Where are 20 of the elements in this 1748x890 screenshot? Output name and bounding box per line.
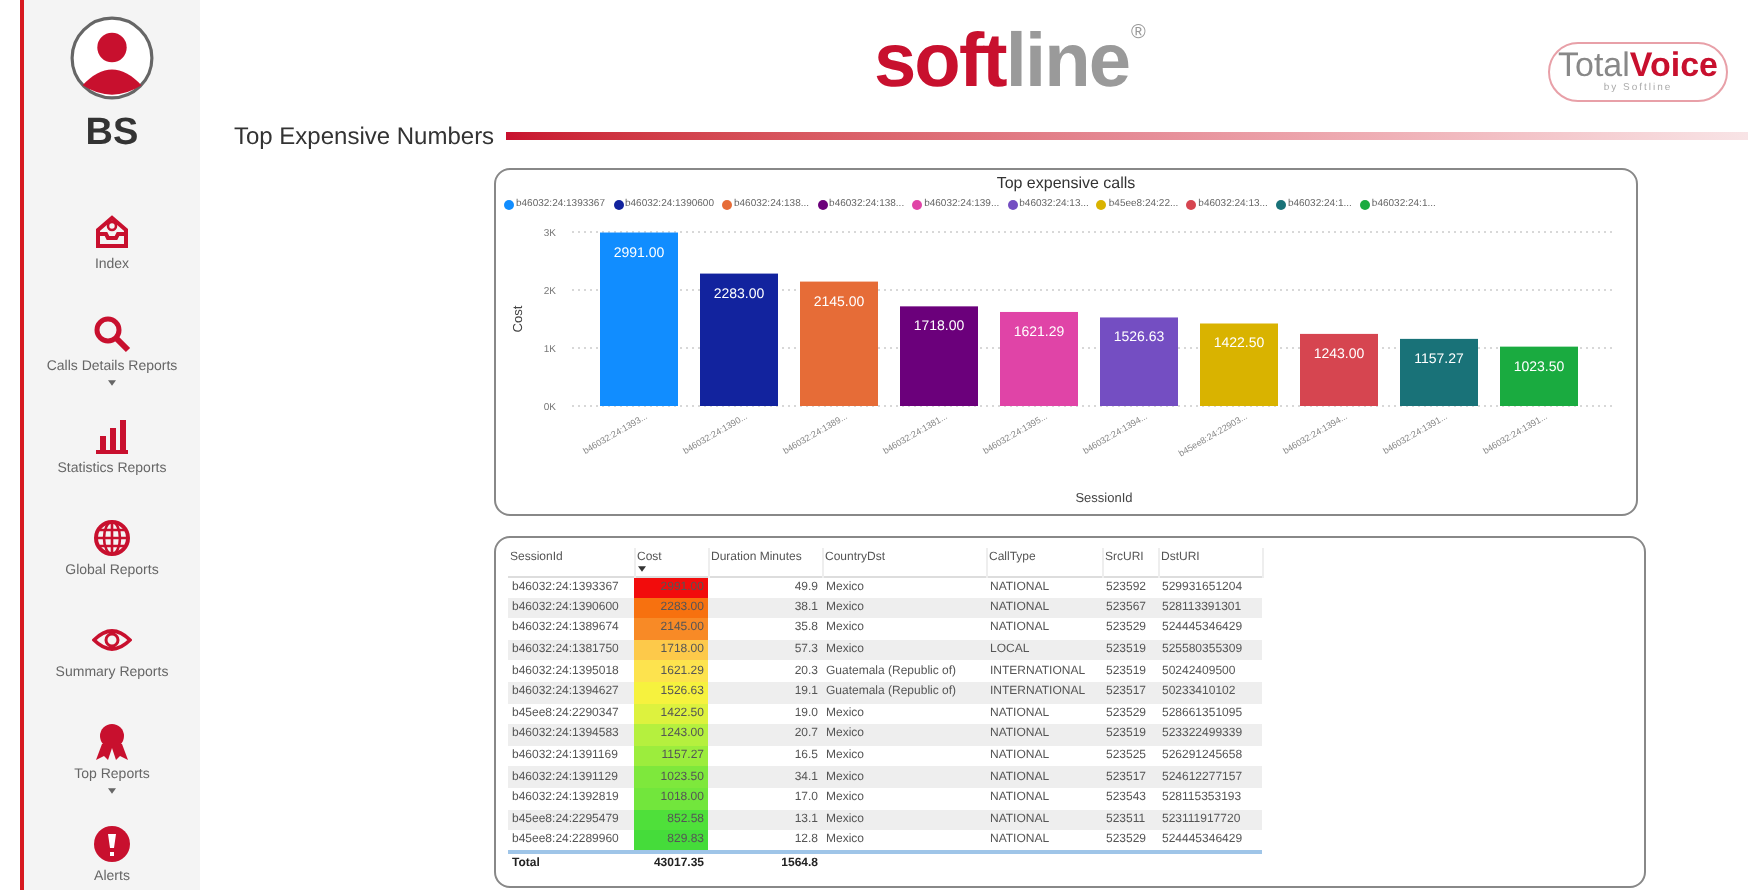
chart-title: Top expensive calls <box>996 176 1136 192</box>
page-title: Top Expensive Numbers <box>234 120 495 154</box>
globe-icon <box>91 517 132 557</box>
bar-chart-icon <box>92 415 132 455</box>
tray-icon <box>92 211 132 251</box>
user-initials: BS <box>85 110 139 158</box>
bar <box>900 306 978 406</box>
brand-logo: softline® <box>874 24 1144 100</box>
bar <box>800 281 878 406</box>
alert-icon <box>92 823 132 863</box>
bar <box>700 273 778 406</box>
bar <box>1500 346 1578 406</box>
bar <box>1000 311 1078 406</box>
bar <box>1200 323 1278 406</box>
avatar-icon <box>70 16 154 100</box>
ribbon-icon <box>92 721 132 761</box>
bar <box>1400 338 1478 406</box>
search-icon <box>91 313 132 353</box>
bar <box>1100 317 1178 406</box>
bar <box>1300 333 1378 406</box>
